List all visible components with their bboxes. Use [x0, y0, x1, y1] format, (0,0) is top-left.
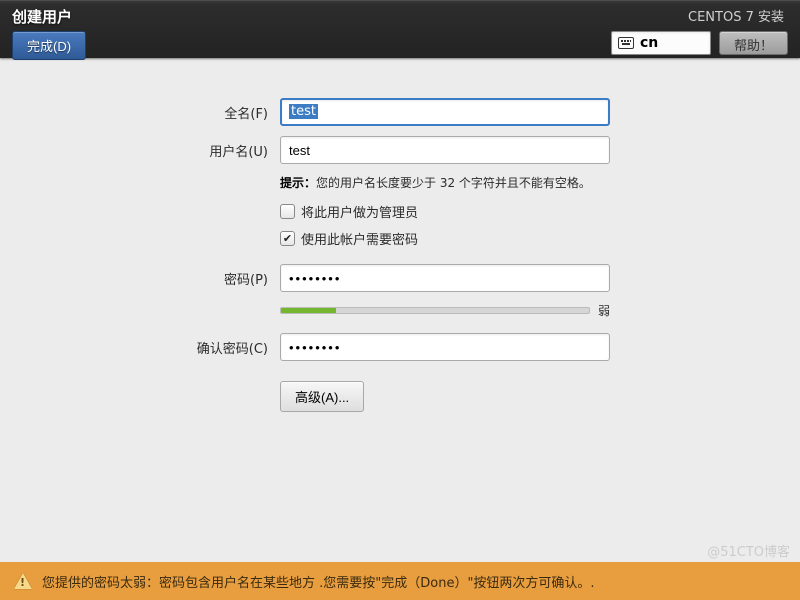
keyboard-layout-label: cn	[640, 35, 658, 51]
require-password-row[interactable]: 使用此帐户需要密码	[280, 229, 700, 248]
password-strength-row: 弱	[280, 302, 700, 319]
header-left: 创建用户 完成(D)	[0, 0, 98, 58]
done-button[interactable]: 完成(D)	[12, 31, 86, 60]
header-bar: 创建用户 完成(D) CENTOS 7 安装 cn 帮助！	[0, 0, 800, 58]
warning-text: 您提供的密码太弱：密码包含用户名在某些地方 .您需要按"完成（Done）"按钮两…	[42, 572, 595, 591]
password-label: 密码(P)	[100, 269, 280, 288]
username-label: 用户名(U)	[100, 141, 280, 160]
require-password-label: 使用此帐户需要密码	[301, 229, 418, 248]
watermark: @51CTO博客	[707, 541, 790, 560]
help-button[interactable]: 帮助！	[719, 31, 788, 55]
admin-checkbox-label: 将此用户做为管理员	[301, 202, 418, 221]
fullname-label: 全名(F)	[100, 103, 280, 122]
warning-bar: 您提供的密码太弱：密码包含用户名在某些地方 .您需要按"完成（Done）"按钮两…	[0, 562, 800, 600]
username-hint: 提示：您的用户名长度要少于 32 个字符并且不能有空格。	[280, 174, 640, 192]
form-content: 全名(F) test 用户名(U) 提示：您的用户名长度要少于 32 个字符并且…	[0, 58, 800, 412]
password-input[interactable]	[280, 264, 610, 292]
keyboard-layout-indicator[interactable]: cn	[611, 31, 711, 55]
fullname-input[interactable]: test	[280, 98, 610, 126]
warning-icon	[14, 573, 32, 589]
require-password-checkbox[interactable]	[280, 231, 295, 246]
username-input[interactable]	[280, 136, 610, 164]
keyboard-icon	[618, 37, 634, 49]
admin-checkbox-row[interactable]: 将此用户做为管理员	[280, 202, 700, 221]
header-right: CENTOS 7 安装 cn 帮助！	[599, 0, 800, 58]
admin-checkbox[interactable]	[280, 204, 295, 219]
installer-title: CENTOS 7 安装	[611, 6, 784, 25]
advanced-button[interactable]: 高级(A)...	[280, 381, 364, 412]
page-title: 创建用户	[12, 6, 86, 27]
confirm-password-input[interactable]	[280, 333, 610, 361]
password-strength-bar	[280, 307, 590, 314]
confirm-password-label: 确认密码(C)	[100, 338, 280, 357]
password-strength-label: 弱	[598, 302, 610, 319]
